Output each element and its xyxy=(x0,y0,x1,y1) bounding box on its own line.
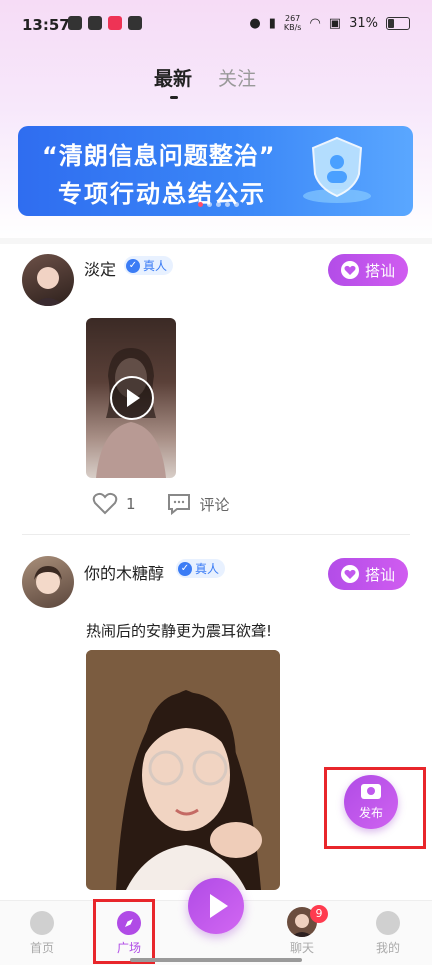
like-count: 1 xyxy=(126,495,136,513)
post-username[interactable]: 你的木糖醇 xyxy=(84,560,164,584)
app-icon xyxy=(88,16,102,30)
avatar-image xyxy=(34,566,62,594)
chat-up-button[interactable]: 搭讪 xyxy=(328,558,408,590)
app-icon xyxy=(128,16,142,30)
comment-icon[interactable] xyxy=(166,492,192,516)
profile-icon xyxy=(376,911,400,935)
status-right: ● ▮ 267 KB/s ◠ ▣ 31% xyxy=(249,14,410,32)
vibrate-icon: ▮ xyxy=(268,15,276,31)
feed-tabs: 最新 关注 xyxy=(0,64,432,104)
home-indicator xyxy=(130,958,302,962)
battery-percent: 31% xyxy=(349,15,378,31)
chat-up-label: 搭讪 xyxy=(364,565,395,584)
pagination-dot xyxy=(198,202,203,207)
network-speed: 267 KB/s xyxy=(284,14,302,32)
network-speed-unit: KB/s xyxy=(283,23,302,32)
shield-icon xyxy=(303,136,371,203)
verified-badge: ✓ 真人 xyxy=(176,559,226,578)
status-app-icons xyxy=(68,16,142,30)
sim-icon: ▣ xyxy=(328,15,342,31)
battery-icon xyxy=(386,16,410,30)
post-username[interactable]: 淡定 xyxy=(84,256,116,280)
post-actions: 1 评论 xyxy=(92,492,230,516)
tab-latest[interactable]: 最新 xyxy=(154,64,192,91)
nav-mine[interactable]: 我的 xyxy=(358,911,418,956)
publish-button[interactable]: 发布 xyxy=(344,775,398,829)
pagination-dot xyxy=(225,202,230,207)
nav-home[interactable]: 首页 xyxy=(12,911,72,956)
location-icon: ● xyxy=(249,15,261,31)
publish-label: 发布 xyxy=(358,806,383,820)
promo-banner[interactable]: “清朗信息问题整治” 专项行动总结公示 xyxy=(18,126,413,216)
nav-chat[interactable]: 9 聊天 xyxy=(272,905,332,956)
status-time: 13:57 xyxy=(22,16,70,34)
status-bar: 13:57 ● ▮ 267 KB/s ◠ ▣ 31% xyxy=(0,0,432,50)
post-video[interactable] xyxy=(86,318,176,478)
network-speed-value: 267 xyxy=(285,14,301,23)
nav-home-label: 首页 xyxy=(29,941,54,955)
pagination-dot xyxy=(234,202,239,207)
banner-title: “清朗信息问题整治” xyxy=(42,142,276,170)
avatar[interactable] xyxy=(22,254,74,306)
chat-up-label: 搭讪 xyxy=(364,261,395,280)
nav-mine-label: 我的 xyxy=(375,941,400,955)
app-icon xyxy=(108,16,122,30)
comment-label[interactable]: 评论 xyxy=(200,494,230,515)
wifi-icon: ◠ xyxy=(309,15,321,31)
post-image[interactable] xyxy=(86,650,280,890)
verified-label: 真人 xyxy=(195,562,220,576)
tab-follow[interactable]: 关注 xyxy=(218,64,256,91)
section-divider xyxy=(0,238,432,244)
center-play-button[interactable] xyxy=(188,878,244,934)
post-separator xyxy=(22,534,410,535)
chat-up-button[interactable]: 搭讪 xyxy=(328,254,408,286)
tiktok-icon xyxy=(68,16,82,30)
avatar-image xyxy=(32,267,64,306)
pagination-dot xyxy=(216,202,221,207)
check-icon: ✓ xyxy=(178,561,192,576)
play-icon[interactable] xyxy=(110,376,154,420)
nav-chat-label: 聊天 xyxy=(289,941,314,955)
like-icon[interactable] xyxy=(92,492,118,516)
heart-icon xyxy=(340,261,359,279)
highlight-box xyxy=(93,899,155,964)
verified-label: 真人 xyxy=(143,259,168,273)
heart-icon xyxy=(340,565,359,583)
verified-badge: ✓ 真人 xyxy=(124,256,174,275)
unread-badge: 9 xyxy=(310,905,328,923)
check-icon: ✓ xyxy=(126,258,140,273)
home-icon xyxy=(30,911,54,935)
avatar[interactable] xyxy=(22,556,74,608)
pagination-dot xyxy=(207,202,212,207)
camera-icon xyxy=(361,784,381,799)
tab-indicator xyxy=(170,96,178,99)
photo xyxy=(86,650,280,890)
banner-pagination xyxy=(198,202,239,207)
post-text: 热闹后的安静更为震耳欲聋! xyxy=(86,622,273,640)
